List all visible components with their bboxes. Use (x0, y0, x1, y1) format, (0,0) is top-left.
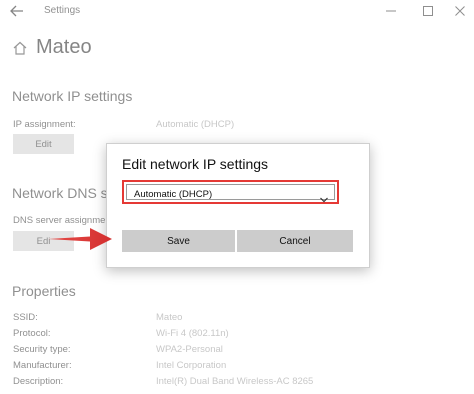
red-arrow-annotation (48, 228, 112, 250)
cancel-button[interactable]: Cancel (237, 230, 353, 252)
edit-ip-dialog: Edit network IP settings Automatic (DHCP… (106, 143, 370, 268)
select-box: Automatic (DHCP) (126, 184, 335, 203)
dialog-title: Edit network IP settings (122, 156, 269, 172)
selected-option: Automatic (DHCP) (134, 189, 213, 200)
ip-mode-select[interactable]: Automatic (DHCP) (122, 180, 339, 204)
save-button[interactable]: Save (122, 230, 235, 252)
chevron-down-icon (319, 191, 329, 203)
